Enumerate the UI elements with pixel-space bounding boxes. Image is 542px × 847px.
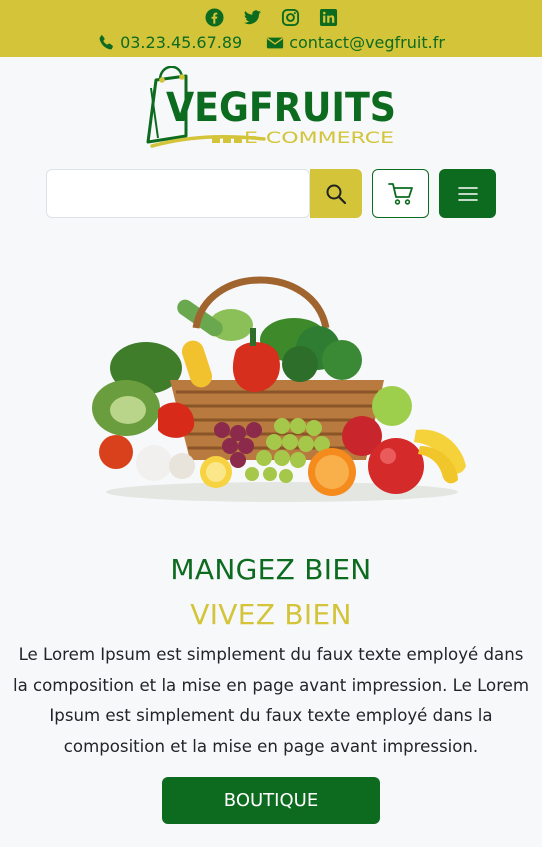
search-button[interactable]	[310, 169, 362, 218]
phone-contact[interactable]: 03.23.45.67.89	[97, 33, 242, 53]
social-links	[0, 8, 542, 27]
menu-button[interactable]	[439, 169, 496, 218]
description-text: Le Lorem Ipsum est simplement du faux te…	[12, 645, 530, 756]
headline-line1: MANGEZ BIEN	[170, 553, 372, 586]
top-bar: 03.23.45.67.89 contact@vegfruit.fr	[0, 0, 542, 57]
twitter-icon[interactable]	[243, 8, 262, 27]
logo-tagline: E-COMMERCE	[244, 128, 394, 147]
site-logo[interactable]: VEGFRUITS E-COMMERCE	[146, 66, 398, 150]
envelope-icon	[267, 37, 284, 49]
phone-icon	[99, 35, 113, 50]
headline-line2: VIVEZ BIEN	[190, 598, 352, 631]
search-icon	[326, 184, 347, 204]
cart-button[interactable]	[372, 169, 429, 218]
cart-icon	[387, 182, 413, 205]
hero-image-vegetable-basket	[92, 276, 466, 502]
email-address: contact@vegfruit.fr	[289, 33, 445, 52]
facebook-icon[interactable]	[204, 8, 224, 27]
hamburger-icon	[457, 186, 478, 201]
linkedin-icon[interactable]	[319, 8, 338, 27]
search-bar	[46, 169, 496, 218]
boutique-button[interactable]: BOUTIQUE	[162, 777, 380, 824]
email-contact[interactable]: contact@vegfruit.fr	[266, 33, 445, 53]
instagram-icon[interactable]	[281, 8, 300, 27]
logo-squares	[212, 137, 242, 143]
phone-number: 03.23.45.67.89	[120, 33, 243, 52]
contact-info: 03.23.45.67.89 contact@vegfruit.fr	[0, 33, 542, 53]
search-input[interactable]	[46, 169, 310, 218]
logo-name: VEGFRUITS	[166, 85, 396, 131]
